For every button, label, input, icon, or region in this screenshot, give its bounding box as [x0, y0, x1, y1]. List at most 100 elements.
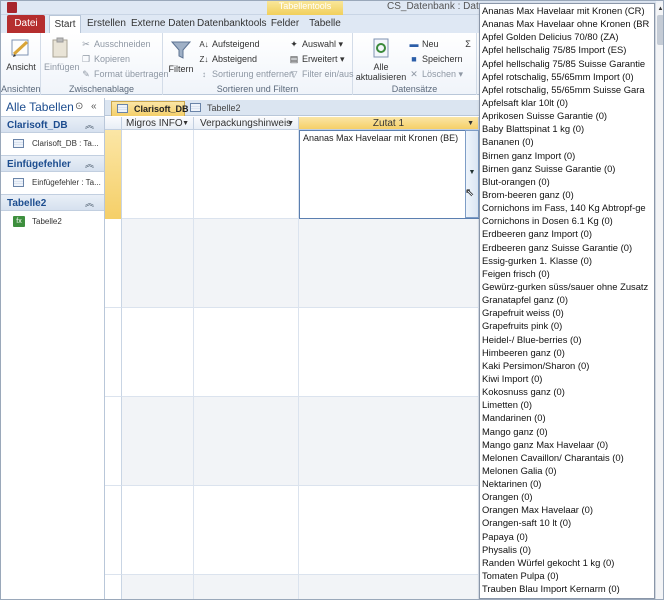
dropdown-option[interactable]: Mango ganz Max Havelaar (0)	[480, 438, 654, 451]
dropdown-option[interactable]: Gewürz-gurken süss/sauer ohne Zusatz	[480, 280, 654, 293]
dropdown-option[interactable]: Papaya (0)	[480, 530, 654, 543]
tab-externe-daten[interactable]: Externe Daten	[131, 15, 195, 33]
dropdown-option[interactable]: Tomaten Pulpa (0)	[480, 569, 654, 582]
dropdown-option[interactable]: Birnen ganz Import (0)	[480, 149, 654, 162]
ausschneiden-button[interactable]: ✂ Ausschneiden	[81, 37, 150, 51]
dropdown-option[interactable]: Cornichons im Fass, 140 Kg Abtropf-ge	[480, 201, 654, 214]
nav-item-clarisoft-table[interactable]: Clarisoft_DB : Ta...	[1, 133, 104, 155]
cell-zutat-1[interactable]	[299, 308, 479, 397]
record-selector[interactable]	[105, 397, 122, 486]
dropdown-option[interactable]: Erdbeeren ganz Suisse Garantie (0)	[480, 241, 654, 254]
cell-migros-info[interactable]	[122, 397, 194, 486]
column-dropdown-icon[interactable]: ▼	[182, 117, 189, 129]
cell-migros-info[interactable]	[122, 308, 194, 397]
nav-pane-header[interactable]: Alle Tabellen ⊙ «	[1, 98, 104, 116]
dropdown-option[interactable]: Heidel-/ Blue-berries (0)	[480, 333, 654, 346]
dropdown-option[interactable]: Apfel hellschalig 75/85 Import (ES)	[480, 43, 654, 56]
tab-datei[interactable]: Datei	[7, 15, 45, 33]
dropdown-option[interactable]: Ananas Max Havelaar ohne Kronen (BR	[480, 17, 654, 30]
loeschen-button[interactable]: ✕ Löschen ▾	[409, 67, 463, 81]
cell-verpackungshinweis[interactable]	[194, 575, 299, 599]
dropdown-option[interactable]: Bananen (0)	[480, 135, 654, 148]
cell-zutat-1[interactable]	[299, 486, 479, 575]
dropdown-option[interactable]: Apfel rotschalig, 55/65mm Import (0)	[480, 70, 654, 83]
dropdown-option[interactable]: Apfelsaft klar 10lt (0)	[480, 96, 654, 109]
nav-item-einfuegefehler-table[interactable]: Einfügefehler : Ta...	[1, 172, 104, 194]
dropdown-option[interactable]: Himbeeren ganz (0)	[480, 346, 654, 359]
cell-verpackungshinweis[interactable]	[194, 130, 299, 219]
nav-item-tabelle2-query[interactable]: fx Tabelle2	[1, 211, 104, 233]
scrollbar-thumb[interactable]	[657, 15, 663, 45]
column-header-migros-info[interactable]: Migros INFO ▼	[122, 117, 194, 130]
nav-group-tabelle2[interactable]: Tabelle2 ︽	[1, 194, 104, 211]
record-selector[interactable]	[105, 219, 122, 308]
dropdown-option[interactable]: Kiwi Import (0)	[480, 372, 654, 385]
dropdown-option[interactable]: Orangen (0)	[480, 490, 654, 503]
combo-dropdown-button[interactable]: ▼	[465, 130, 479, 218]
dropdown-option[interactable]: Apfel rotschalig, 55/65mm Suisse Gara	[480, 83, 654, 96]
tab-felder[interactable]: Felder	[269, 15, 301, 33]
combo-dropdown-list[interactable]: Ananas Max Havelaar mit Kronen (CR) Anana…	[479, 3, 655, 599]
speichern-button[interactable]: ■ Speichern	[409, 52, 462, 66]
dropdown-option[interactable]: Orangen Max Havelaar (0)	[480, 503, 654, 516]
column-header-zutat-1[interactable]: Zutat 1 ▼	[299, 117, 479, 130]
dropdown-option[interactable]: Apfel hellschalig 75/85 Suisse Garantie	[480, 57, 654, 70]
nav-group-clarisoft[interactable]: Clarisoft_DB ︽	[1, 116, 104, 133]
dropdown-option[interactable]: Orangen-saft 10 lt (0)	[480, 516, 654, 529]
auswahl-button[interactable]: ✦ Auswahl ▾	[289, 37, 343, 51]
dropdown-option[interactable]: Ananas Max Havelaar mit Kronen (CR)	[480, 4, 654, 17]
dropdown-option[interactable]: Granatapfel ganz (0)	[480, 293, 654, 306]
aufsteigend-button[interactable]: A↓ Aufsteigend	[199, 37, 259, 51]
neu-button[interactable]: ▬ Neu	[409, 37, 439, 51]
dropdown-option[interactable]: Nektarinen (0)	[480, 477, 654, 490]
cell-verpackungshinweis[interactable]	[194, 397, 299, 486]
alle-aktualisieren-button[interactable]: Alle aktualisieren	[355, 37, 407, 82]
kopieren-button[interactable]: ❐ Kopieren	[81, 52, 130, 66]
einfuegen-button[interactable]: Einfügen	[44, 37, 80, 72]
record-selector[interactable]	[105, 486, 122, 575]
dropdown-option[interactable]: Brom-beeren ganz (0)	[480, 188, 654, 201]
column-header-verpackungshinweis[interactable]: Verpackungshinweis ▼	[194, 117, 299, 130]
dropdown-option[interactable]: Kaki Persimon/Sharon (0)	[480, 359, 654, 372]
cell-migros-info[interactable]	[122, 486, 194, 575]
filter-ein-aus-button[interactable]: ▽ Filter ein/aus	[289, 67, 354, 81]
dropdown-option[interactable]: Physalis (0)	[480, 543, 654, 556]
cell-verpackungshinweis[interactable]	[194, 486, 299, 575]
filtern-button[interactable]: Filtern	[167, 39, 195, 74]
dropdown-option[interactable]: Mandarinen (0)	[480, 411, 654, 424]
cell-migros-info[interactable]	[122, 575, 194, 599]
cell-verpackungshinweis[interactable]	[194, 219, 299, 308]
dropdown-option[interactable]: Essig-gurken 1. Klasse (0)	[480, 254, 654, 267]
tab-start[interactable]: Start	[49, 15, 81, 33]
cell-zutat-1[interactable]	[299, 219, 479, 308]
combo-cell-zutat-1[interactable]: Ananas Max Havelaar mit Kronen (BE)	[299, 130, 479, 219]
dropdown-option[interactable]: Kokosnuss ganz (0)	[480, 385, 654, 398]
doc-tab-tabelle2[interactable]: Tabelle2	[185, 101, 241, 116]
dropdown-option[interactable]: Baby Blattspinat 1 kg (0)	[480, 122, 654, 135]
ansicht-button[interactable]: Ansicht	[5, 37, 37, 72]
dropdown-option[interactable]: Birnen ganz Suisse Garantie (0)	[480, 162, 654, 175]
cell-zutat-1[interactable]	[299, 575, 479, 599]
record-selector[interactable]	[105, 575, 122, 599]
dropdown-option[interactable]: Feigen frisch (0)	[480, 267, 654, 280]
access-app-icon[interactable]	[7, 2, 17, 13]
dropdown-option[interactable]: Grapefruit weiss (0)	[480, 306, 654, 319]
format-uebertragen-button[interactable]: ✎ Format übertragen	[81, 67, 168, 81]
column-dropdown-icon[interactable]: ▼	[287, 117, 294, 129]
nav-group-einfuegefehler[interactable]: Einfügefehler ︽	[1, 155, 104, 172]
dropdown-option[interactable]: Randen Würfel gekocht 1 kg (0)	[480, 556, 654, 569]
doc-tab-clarisoft-db[interactable]: Clarisoft_DB	[111, 101, 189, 116]
dropdown-option[interactable]: Apfel Golden Delicius 70/80 (ZA)	[480, 30, 654, 43]
cell-migros-info[interactable]	[122, 219, 194, 308]
shutter-bar-close-icon[interactable]: «	[91, 98, 97, 116]
erweitert-button[interactable]: ▤ Erweitert ▾	[289, 52, 345, 66]
tab-tabelle[interactable]: Tabelle	[307, 15, 343, 33]
select-all-cell[interactable]	[105, 117, 122, 130]
dropdown-option[interactable]: Melonen Cavaillon/ Charantais (0)	[480, 451, 654, 464]
dropdown-option[interactable]: Blut-orangen (0)	[480, 175, 654, 188]
absteigend-button[interactable]: Z↓ Absteigend	[199, 52, 258, 66]
dropdown-option[interactable]: Trauben Blau Import Kernarm (0)	[480, 582, 654, 595]
dropdown-option[interactable]: Limetten (0)	[480, 398, 654, 411]
cell-zutat-1[interactable]	[299, 397, 479, 486]
column-dropdown-icon[interactable]: ▼	[467, 117, 474, 129]
